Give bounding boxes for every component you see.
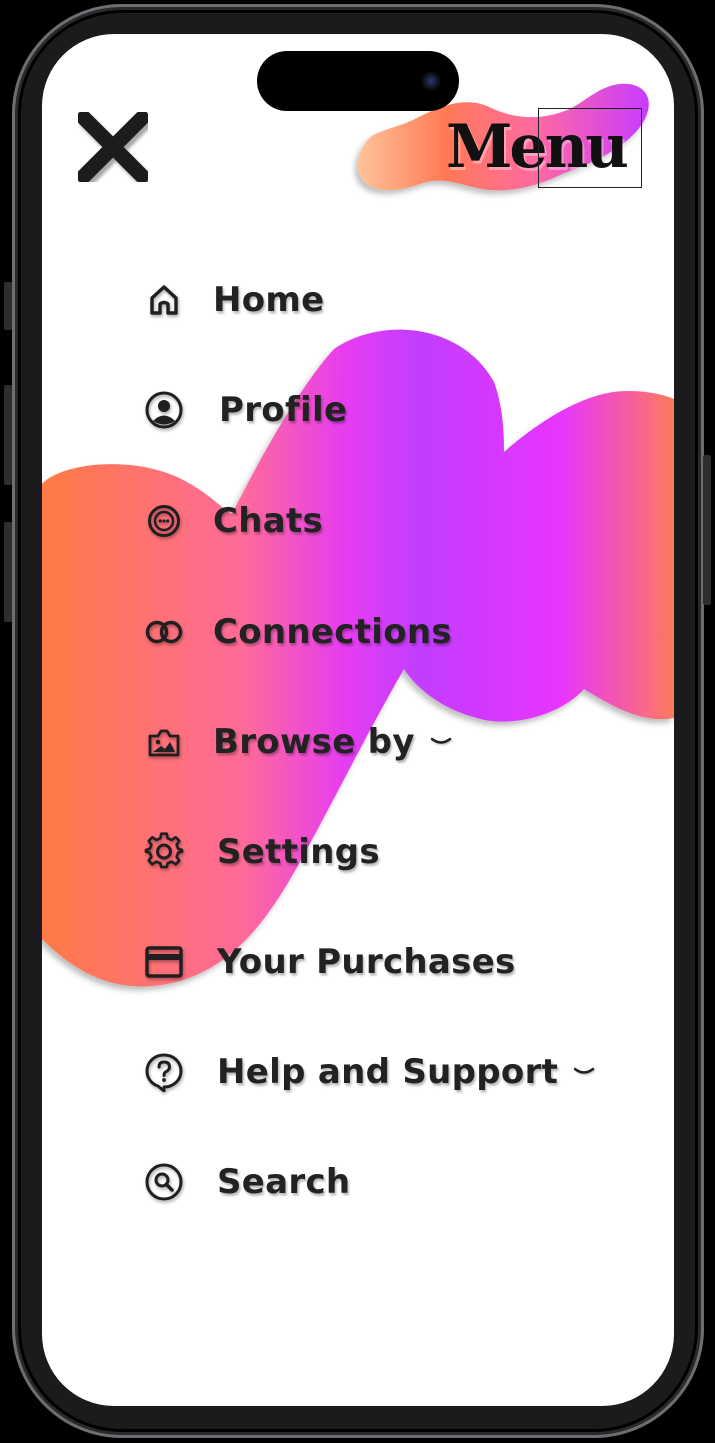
search-icon	[142, 1160, 186, 1204]
image-gallery-icon	[142, 720, 186, 764]
side-button-power	[703, 455, 711, 605]
nav-item-home[interactable]: Home	[142, 270, 325, 330]
nav-item-profile[interactable]: Profile	[142, 380, 347, 440]
user-circle-icon	[142, 388, 186, 432]
nav-label-your-purchases: Your Purchases	[217, 942, 516, 982]
front-camera	[421, 71, 441, 91]
gear-icon	[142, 830, 186, 874]
side-button-volume-up	[4, 385, 12, 485]
dynamic-island	[257, 51, 459, 111]
credit-card-icon	[142, 940, 186, 984]
close-icon	[76, 110, 150, 184]
nav-label-search: Search	[217, 1162, 351, 1202]
chevron-down-icon[interactable]	[572, 1065, 596, 1079]
nav-item-search[interactable]: Search	[142, 1152, 350, 1212]
nav-item-your-purchases[interactable]: Your Purchases	[142, 932, 516, 992]
title-selection-box	[538, 108, 642, 188]
linked-rings-icon	[142, 610, 186, 654]
side-button-mute	[4, 282, 12, 330]
nav-label-browse-by: Browse by	[213, 722, 415, 762]
nav-item-chats[interactable]: Chats	[142, 491, 323, 551]
nav-item-help-and-support[interactable]: Help and Support	[142, 1042, 596, 1102]
nav-label-connections: Connections	[213, 612, 452, 652]
chat-bubble-icon	[142, 499, 186, 543]
nav-label-help-and-support: Help and Support	[217, 1052, 559, 1092]
nav-label-home: Home	[213, 280, 325, 320]
chevron-down-icon[interactable]	[429, 735, 453, 749]
close-button[interactable]	[72, 106, 156, 190]
nav-label-chats: Chats	[213, 501, 324, 541]
help-bubble-icon	[142, 1050, 186, 1094]
nav-item-connections[interactable]: Connections	[142, 602, 452, 662]
nav-item-browse-by[interactable]: Browse by	[142, 712, 453, 772]
nav-label-profile: Profile	[219, 390, 348, 430]
nav-label-settings: Settings	[217, 832, 380, 872]
home-icon	[142, 278, 186, 322]
side-button-volume-down	[4, 522, 12, 622]
app-screen: Menu Home Profile Chats Connections Brow…	[42, 34, 674, 1406]
nav-item-settings[interactable]: Settings	[142, 822, 380, 882]
phone-device: Menu Home Profile Chats Connections Brow…	[0, 0, 715, 1443]
